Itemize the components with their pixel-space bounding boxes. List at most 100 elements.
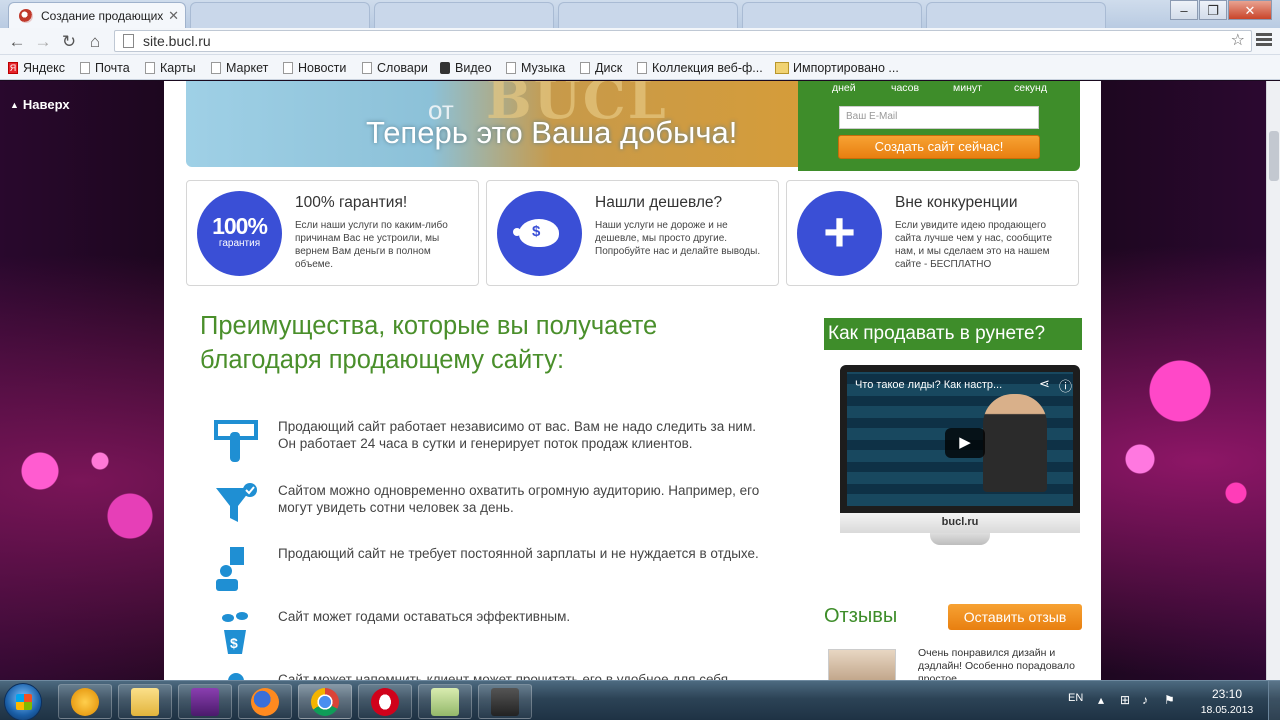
close-window-button[interactable]: ✕ — [1228, 0, 1272, 20]
bookmark-star-icon[interactable]: ☆ — [1231, 31, 1245, 51]
hero-banner: BUCL от Теперь это Ваша добыча! — [186, 81, 798, 167]
play-icon[interactable]: ▶ — [945, 428, 985, 458]
countdown-seconds-label: секунд — [1014, 82, 1047, 94]
taskbar-app-chrome[interactable] — [298, 684, 352, 719]
feature-card-guarantee: 100% гарантия 100% гарантия! Если наши у… — [186, 180, 479, 286]
minimize-button[interactable]: – — [1170, 0, 1198, 20]
language-indicator[interactable]: EN — [1068, 692, 1083, 704]
show-desktop-button[interactable] — [1268, 681, 1280, 720]
notes-icon — [431, 688, 459, 716]
bookmark-music[interactable]: Музыка — [506, 60, 565, 76]
taskbar-app-recorder[interactable] — [478, 684, 532, 719]
network-icon[interactable]: ⊞ — [1120, 693, 1130, 707]
tab-background[interactable] — [742, 2, 922, 28]
feature-text: Если наши услуги по каким-либо причинам … — [295, 220, 448, 270]
countdown-days-label: дней — [832, 82, 856, 94]
page-icon — [211, 62, 221, 74]
browser-toolbar: ← → ↻ ⌂ site.bucl.ru ☆ — [0, 28, 1280, 55]
monitor-stand — [930, 533, 990, 545]
clock-time: 23:10 — [1211, 687, 1243, 701]
home-icon[interactable]: ⌂ — [84, 31, 106, 53]
tab-close-icon[interactable]: ✕ — [168, 3, 179, 28]
back-arrow-icon[interactable]: ← — [6, 31, 28, 53]
page-scrollbar[interactable] — [1266, 81, 1280, 680]
advantage-icon — [228, 673, 244, 680]
email-input[interactable]: Ваш E-Mail — [839, 106, 1039, 129]
page-icon — [283, 62, 293, 74]
feature-title: 100% гарантия! — [295, 194, 408, 211]
bookmark-imported-folder[interactable]: Импортировано ... — [775, 60, 899, 76]
signup-form: дней часов минут секунд Ваш E-Mail Созда… — [798, 81, 1080, 171]
feature-title: Вне конкуренции — [895, 194, 1018, 211]
video-screen[interactable]: Что такое лиды? Как настр... ⋖ ⓘ ▶ — [840, 365, 1080, 513]
video-player[interactable]: Что такое лиды? Как настр... ⋖ ⓘ ▶ bucl.… — [840, 365, 1080, 551]
bookmark-maps[interactable]: Карты — [145, 60, 196, 76]
taskbar-app-notes[interactable] — [418, 684, 472, 719]
feature-text: Если увидите идею продающего сайта лучше… — [895, 220, 1053, 270]
bookmark-mail[interactable]: Почта — [80, 60, 130, 76]
taskbar-app-explorer[interactable] — [118, 684, 172, 719]
funnel-icon — [216, 483, 257, 522]
page-viewport: Наверх BUCL от Теперь это Ваша добыча! д… — [0, 81, 1266, 680]
countdown-hours-label: часов — [891, 82, 920, 94]
how-to-sell-heading: Как продавать в рунете? — [824, 318, 1082, 350]
maximize-button[interactable]: ❐ — [1199, 0, 1227, 20]
volume-icon[interactable]: ♪ — [1142, 693, 1148, 707]
bookmark-news[interactable]: Новости — [283, 60, 346, 76]
taskbar-app-opera[interactable] — [358, 684, 412, 719]
tab-active[interactable]: Создание продающих ✕ — [8, 2, 186, 28]
leave-review-button[interactable]: Оставить отзыв — [948, 604, 1082, 630]
tab-background[interactable] — [558, 2, 738, 28]
share-icon[interactable]: ⋖ — [1039, 376, 1050, 392]
bookmark-yandex[interactable]: Я Яндекс — [8, 60, 65, 76]
feature-card-no-competition: + Вне конкуренции Если увидите идею прод… — [786, 180, 1079, 286]
page-icon — [362, 62, 372, 74]
opera-icon — [371, 688, 399, 716]
plus-icon: + — [797, 191, 882, 276]
banner-slogan: Теперь это Ваша добыча! — [366, 115, 738, 150]
yandex-icon: Я — [8, 62, 18, 74]
tab-background[interactable] — [926, 2, 1106, 28]
countdown-minutes-label: минут — [953, 82, 982, 94]
reviewer-avatar — [828, 649, 896, 680]
money-plant-icon: $ — [222, 612, 248, 654]
info-icon[interactable]: ⓘ — [1059, 376, 1072, 395]
page-icon — [123, 34, 134, 48]
action-center-icon[interactable]: ⚑ — [1164, 693, 1175, 707]
folder-icon — [775, 62, 789, 74]
page-icon — [80, 62, 90, 74]
tab-background[interactable] — [374, 2, 554, 28]
bookmark-web-collection[interactable]: Коллекция веб-ф... — [637, 60, 763, 76]
address-bar[interactable]: site.bucl.ru ☆ — [114, 30, 1252, 52]
tab-background[interactable] — [190, 2, 370, 28]
start-button[interactable] — [4, 683, 42, 720]
guarantee-badge-icon: 100% гарантия — [197, 191, 282, 276]
page-icon — [580, 62, 590, 74]
taskbar-app-aimp[interactable] — [58, 684, 112, 719]
scroll-thumb[interactable] — [1269, 131, 1279, 181]
bookmarks-bar: Я Яндекс Почта Карты Маркет Новости Слова… — [0, 55, 1280, 80]
bookmark-video[interactable]: Видео — [440, 60, 492, 76]
tray-expand-icon[interactable]: ▴ — [1098, 693, 1104, 707]
scroll-to-top-link[interactable]: Наверх — [10, 97, 70, 112]
aimp-icon — [71, 688, 99, 716]
presenter-image — [983, 394, 1047, 492]
system-clock[interactable]: 23:10 18.05.2013 — [1196, 686, 1258, 718]
tab-title: Создание продающих — [41, 9, 164, 23]
taskbar-app-book[interactable] — [178, 684, 232, 719]
chrome-icon — [311, 688, 339, 716]
forward-arrow-icon[interactable]: → — [32, 31, 54, 53]
bookmark-disk[interactable]: Диск — [580, 60, 622, 76]
taskbar-app-firefox[interactable] — [238, 684, 292, 719]
svg-text:$: $ — [230, 635, 238, 651]
reload-icon[interactable]: ↻ — [58, 31, 80, 53]
bookmark-market[interactable]: Маркет — [211, 60, 268, 76]
clock-date: 18.05.2013 — [1200, 704, 1254, 716]
bookmark-dictionaries[interactable]: Словари — [362, 60, 428, 76]
create-site-button[interactable]: Создать сайт сейчас! — [838, 135, 1040, 159]
review-text: Очень понравился дизайн и дэдлайн! Особе… — [918, 647, 1075, 680]
reviews-heading: Отзывы — [824, 605, 898, 627]
taskbar: EN ▴ ⊞ ♪ ⚑ 23:10 18.05.2013 — [0, 680, 1280, 720]
folder-icon — [131, 688, 159, 716]
browser-menu-icon[interactable] — [1256, 31, 1272, 51]
